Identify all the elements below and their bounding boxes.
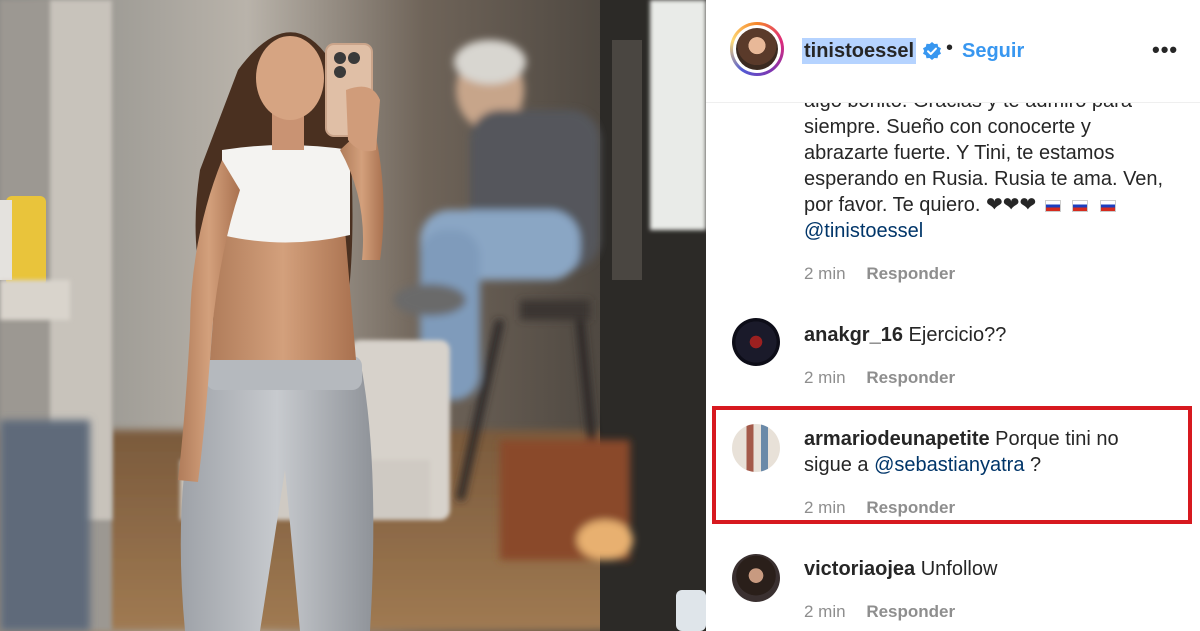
avatar[interactable]: [732, 424, 780, 472]
reply-button[interactable]: Responder: [866, 368, 955, 387]
comment-text: sigue a: [804, 454, 869, 476]
caption-line: por favor. Te quiero. ❤❤❤: [804, 192, 1119, 218]
post-header: tinistoessel • Seguir •••: [706, 0, 1200, 103]
comment-time: 2 min: [804, 498, 846, 517]
post-photo: [0, 0, 706, 631]
comment-meta: 2 min Responder: [804, 367, 955, 389]
comment-username[interactable]: armariodeunapetite: [804, 428, 990, 450]
caption-line: siempre. Sueño con conocerte y: [804, 116, 1091, 138]
comment-line: armariodeunapetite Porque tini no: [804, 426, 1119, 452]
comment-meta: 2 min Responder: [804, 497, 955, 519]
comment-text: Ejercicio??: [908, 324, 1007, 346]
caption-line: @tinistoessel: [804, 218, 923, 244]
heart-emoji: ❤❤❤: [985, 194, 1037, 216]
comment-line: sigue a @sebastianyatra ?: [804, 452, 1041, 478]
avatar[interactable]: [732, 554, 780, 602]
comment-text: ?: [1030, 454, 1042, 476]
comment-time: 2 min: [804, 602, 846, 621]
comment-meta: 2 min Responder: [804, 263, 955, 285]
comment-time: 2 min: [804, 264, 846, 283]
comment-username[interactable]: victoriaojea: [804, 558, 915, 580]
avatar[interactable]: [732, 318, 780, 366]
profile-avatar[interactable]: [730, 22, 784, 76]
comments-panel: algo bonito. Gracias y te admiro para si…: [706, 0, 1200, 631]
russia-flag-icon: [1099, 200, 1116, 212]
comment-time: 2 min: [804, 368, 846, 387]
caption-text: por favor. Te quiero.: [804, 194, 981, 216]
comment-line: victoriaojea Unfollow: [804, 556, 997, 582]
russia-flag-icon: [1072, 200, 1089, 212]
mention-link[interactable]: @sebastianyatra: [874, 454, 1024, 476]
russia-flag-icon: [1044, 200, 1061, 212]
mirror-selfie-image: [0, 0, 706, 631]
profile-username[interactable]: tinistoessel: [802, 38, 917, 64]
separator-dot: •: [946, 37, 954, 59]
reply-button[interactable]: Responder: [866, 498, 955, 517]
reply-button[interactable]: Responder: [866, 264, 955, 283]
comment-meta: 2 min Responder: [804, 601, 955, 623]
comment-username[interactable]: anakgr_16: [804, 324, 903, 346]
mention-link[interactable]: @tinistoessel: [804, 220, 923, 242]
caption-line: esperando en Rusia. Rusia te ama. Ven,: [804, 168, 1164, 190]
more-options-icon[interactable]: •••: [1152, 36, 1178, 64]
comment-text: Porque tini no: [995, 428, 1119, 450]
comment-text: Unfollow: [920, 558, 998, 580]
follow-button[interactable]: Seguir: [962, 38, 1024, 64]
reply-button[interactable]: Responder: [866, 602, 955, 621]
verified-badge-icon: [923, 42, 941, 60]
caption-line: abrazarte fuerte. Y Tini, te estamos: [804, 142, 1115, 164]
comment-line: anakgr_16 Ejercicio??: [804, 322, 1006, 348]
